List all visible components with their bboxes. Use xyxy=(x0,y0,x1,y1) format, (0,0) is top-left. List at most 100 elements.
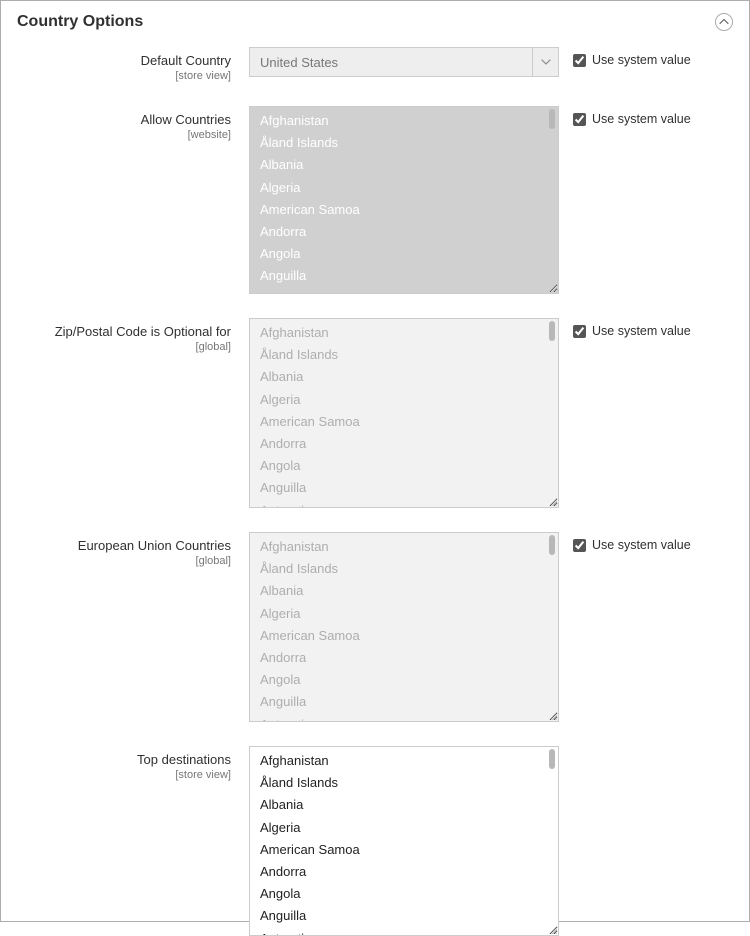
multiselect-options: AfghanistanÅland IslandsAlbaniaAlgeriaAm… xyxy=(250,319,558,507)
label-col: Allow Countries [website] xyxy=(17,106,249,141)
label-col: European Union Countries [global] xyxy=(17,532,249,567)
scrollbar-thumb[interactable] xyxy=(549,109,555,129)
field-label: Default Country xyxy=(17,53,231,68)
list-item[interactable]: American Samoa xyxy=(250,411,558,433)
select-value: United States xyxy=(250,48,532,76)
list-item[interactable]: Anguilla xyxy=(250,477,558,499)
list-item[interactable]: Åland Islands xyxy=(250,558,558,580)
control-col: AfghanistanÅland IslandsAlbaniaAlgeriaAm… xyxy=(249,746,559,936)
list-item[interactable]: Afghanistan xyxy=(250,322,558,344)
resize-grip[interactable] xyxy=(548,497,558,507)
use-system-checkbox[interactable] xyxy=(573,113,586,126)
list-item[interactable]: American Samoa xyxy=(250,839,558,861)
use-system-checkbox[interactable] xyxy=(573,325,586,338)
collapse-toggle[interactable] xyxy=(715,13,733,31)
list-item[interactable]: Albania xyxy=(250,794,558,816)
control-col: AfghanistanÅland IslandsAlbaniaAlgeriaAm… xyxy=(249,318,559,508)
scrollbar-thumb[interactable] xyxy=(549,321,555,341)
chevron-down-icon xyxy=(541,57,551,67)
list-item[interactable]: American Samoa xyxy=(250,625,558,647)
use-system-checkbox[interactable] xyxy=(573,539,586,552)
select-caret xyxy=(532,48,558,76)
field-scope: [global] xyxy=(17,341,231,353)
label-col: Default Country [store view] xyxy=(17,47,249,82)
chevron-up-icon xyxy=(719,17,729,27)
use-system-label: Use system value xyxy=(592,53,691,67)
use-system-col: Use system value xyxy=(559,532,691,552)
field-label: European Union Countries xyxy=(17,538,231,553)
zip-optional-multiselect[interactable]: AfghanistanÅland IslandsAlbaniaAlgeriaAm… xyxy=(249,318,559,508)
list-item[interactable]: Åland Islands xyxy=(250,772,558,794)
field-zip-optional: Zip/Postal Code is Optional for [global]… xyxy=(17,318,733,508)
list-item[interactable]: Andorra xyxy=(250,433,558,455)
scrollbar-thumb[interactable] xyxy=(549,535,555,555)
scrollbar-track xyxy=(548,321,556,497)
list-item[interactable]: Antarctica xyxy=(250,928,558,936)
list-item[interactable]: Åland Islands xyxy=(250,344,558,366)
list-item[interactable]: Albania xyxy=(250,366,558,388)
field-default-country: Default Country [store view] United Stat… xyxy=(17,47,733,82)
panel-body: Default Country [store view] United Stat… xyxy=(1,41,749,936)
scrollbar-track xyxy=(548,535,556,711)
list-item[interactable]: Anguilla xyxy=(250,905,558,927)
list-item[interactable]: Andorra xyxy=(250,221,558,243)
multiselect-options: AfghanistanÅland IslandsAlbaniaAlgeriaAm… xyxy=(250,533,558,721)
allow-countries-multiselect[interactable]: AfghanistanÅland IslandsAlbaniaAlgeriaAm… xyxy=(249,106,559,294)
default-country-select[interactable]: United States xyxy=(249,47,559,77)
list-item[interactable]: American Samoa xyxy=(250,199,558,221)
country-options-panel: Country Options Default Country [store v… xyxy=(0,0,750,922)
use-system-col xyxy=(559,746,573,752)
list-item[interactable]: Anguilla xyxy=(250,265,558,287)
resize-grip[interactable] xyxy=(548,925,558,935)
use-system-label: Use system value xyxy=(592,538,691,552)
list-item[interactable]: Antarctica xyxy=(250,500,558,508)
list-item[interactable]: Åland Islands xyxy=(250,132,558,154)
field-scope: [website] xyxy=(17,129,231,141)
list-item[interactable]: Angola xyxy=(250,243,558,265)
use-system-col: Use system value xyxy=(559,47,691,67)
list-item[interactable]: Albania xyxy=(250,154,558,176)
list-item[interactable]: Afghanistan xyxy=(250,110,558,132)
list-item[interactable]: Angola xyxy=(250,669,558,691)
top-destinations-multiselect[interactable]: AfghanistanÅland IslandsAlbaniaAlgeriaAm… xyxy=(249,746,559,936)
scrollbar-track xyxy=(548,109,556,283)
resize-grip[interactable] xyxy=(548,711,558,721)
scrollbar-thumb[interactable] xyxy=(549,749,555,769)
control-col: United States xyxy=(249,47,559,77)
use-system-col: Use system value xyxy=(559,318,691,338)
list-item[interactable]: Anguilla xyxy=(250,691,558,713)
scrollbar-track xyxy=(548,749,556,925)
field-scope: [store view] xyxy=(17,769,231,781)
list-item[interactable]: Afghanistan xyxy=(250,750,558,772)
list-item[interactable]: Afghanistan xyxy=(250,536,558,558)
field-top-destinations: Top destinations [store view] Afghanista… xyxy=(17,746,733,936)
control-col: AfghanistanÅland IslandsAlbaniaAlgeriaAm… xyxy=(249,106,559,294)
multiselect-options: AfghanistanÅland IslandsAlbaniaAlgeriaAm… xyxy=(250,747,558,935)
list-item[interactable]: Antarctica xyxy=(250,288,558,294)
multiselect-options: AfghanistanÅland IslandsAlbaniaAlgeriaAm… xyxy=(250,107,558,293)
list-item[interactable]: Andorra xyxy=(250,647,558,669)
field-scope: [store view] xyxy=(17,70,231,82)
control-col: AfghanistanÅland IslandsAlbaniaAlgeriaAm… xyxy=(249,532,559,722)
field-label: Zip/Postal Code is Optional for xyxy=(17,324,231,339)
use-system-label: Use system value xyxy=(592,112,691,126)
field-allow-countries: Allow Countries [website] AfghanistanÅla… xyxy=(17,106,733,294)
label-col: Top destinations [store view] xyxy=(17,746,249,781)
resize-grip[interactable] xyxy=(548,283,558,293)
field-label: Top destinations xyxy=(17,752,231,767)
list-item[interactable]: Algeria xyxy=(250,603,558,625)
eu-countries-multiselect[interactable]: AfghanistanÅland IslandsAlbaniaAlgeriaAm… xyxy=(249,532,559,722)
use-system-col: Use system value xyxy=(559,106,691,126)
list-item[interactable]: Andorra xyxy=(250,861,558,883)
panel-header: Country Options xyxy=(1,1,749,41)
list-item[interactable]: Algeria xyxy=(250,389,558,411)
list-item[interactable]: Algeria xyxy=(250,177,558,199)
list-item[interactable]: Angola xyxy=(250,883,558,905)
use-system-checkbox[interactable] xyxy=(573,54,586,67)
list-item[interactable]: Albania xyxy=(250,580,558,602)
list-item[interactable]: Algeria xyxy=(250,817,558,839)
label-col: Zip/Postal Code is Optional for [global] xyxy=(17,318,249,353)
field-eu-countries: European Union Countries [global] Afghan… xyxy=(17,532,733,722)
list-item[interactable]: Antarctica xyxy=(250,714,558,722)
list-item[interactable]: Angola xyxy=(250,455,558,477)
